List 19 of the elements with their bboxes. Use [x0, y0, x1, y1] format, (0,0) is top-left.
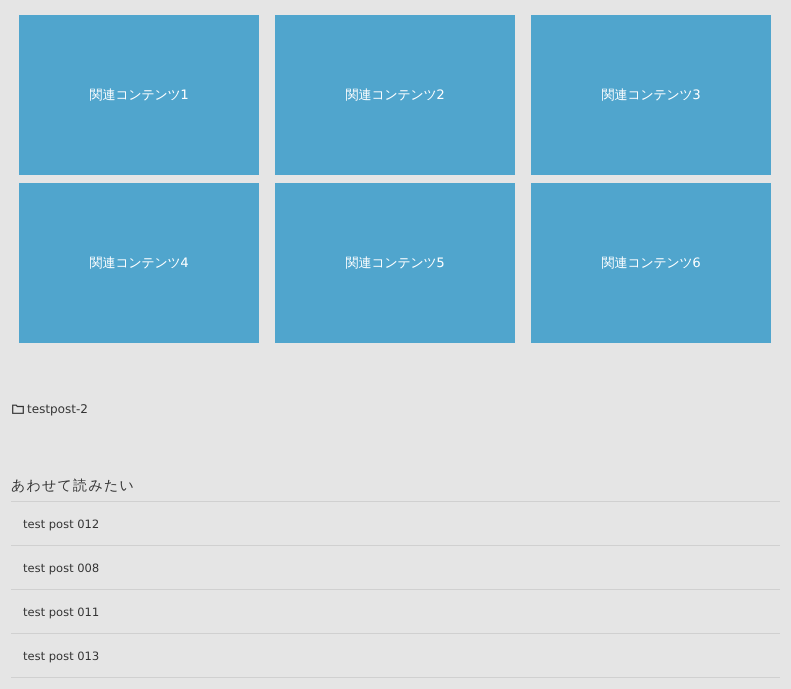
- category-link[interactable]: testpost-2: [27, 402, 88, 416]
- folder-icon: [12, 404, 24, 414]
- card-label: 関連コンテンツ6: [601, 255, 701, 272]
- post-link[interactable]: test post 011: [23, 604, 100, 618]
- post-link[interactable]: test post 012: [23, 516, 100, 530]
- related-content-card[interactable]: 関連コンテンツ5: [275, 183, 515, 343]
- card-label: 関連コンテンツ4: [89, 255, 189, 272]
- card-label: 関連コンテンツ3: [601, 87, 701, 104]
- card-label: 関連コンテンツ5: [345, 255, 445, 272]
- post-link[interactable]: test post 008: [23, 560, 100, 574]
- related-content-card[interactable]: 関連コンテンツ3: [531, 15, 771, 175]
- card-label: 関連コンテンツ1: [89, 87, 189, 104]
- related-content-card[interactable]: 関連コンテンツ6: [531, 183, 771, 343]
- related-content-card[interactable]: 関連コンテンツ1: [19, 15, 259, 175]
- post-link[interactable]: test post 013: [23, 648, 100, 662]
- related-content-card[interactable]: 関連コンテンツ2: [275, 15, 515, 175]
- section-heading: あわせて読みたい: [11, 477, 780, 502]
- related-content-card[interactable]: 関連コンテンツ4: [19, 183, 259, 343]
- card-label: 関連コンテンツ2: [345, 87, 445, 104]
